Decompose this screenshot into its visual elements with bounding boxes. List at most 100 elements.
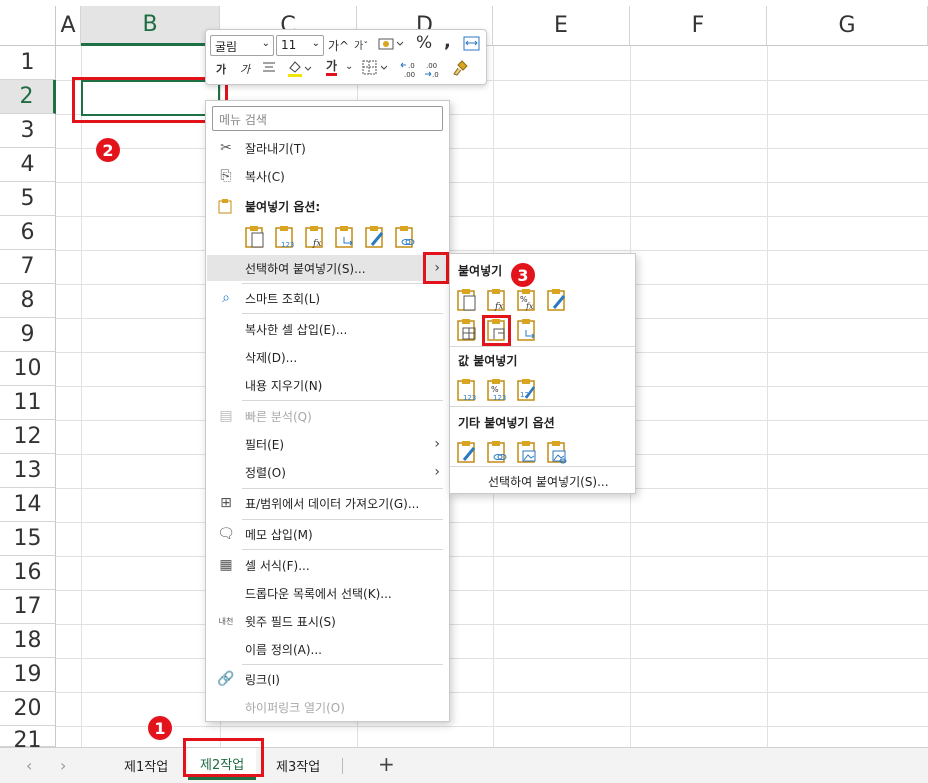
accounting-format-icon[interactable] (378, 37, 406, 51)
row-header-17[interactable]: 17 (0, 590, 56, 624)
submenu-paste-special-link[interactable]: 선택하여 붙여넣기(S)... (488, 473, 609, 490)
column-header-g[interactable]: G (767, 6, 928, 46)
paste-formatting-icon[interactable] (364, 225, 386, 249)
comma-style-icon[interactable]: , (444, 31, 451, 52)
increase-decimal-icon[interactable]: .0.00 (400, 60, 420, 78)
copy-icon: ⎘ (220, 168, 232, 184)
paste-linked-picture-icon[interactable] (546, 440, 568, 464)
paste-formulas-icon[interactable]: fx (304, 225, 326, 249)
add-sheet-button[interactable]: + (378, 752, 395, 776)
paste-icon[interactable] (244, 225, 266, 249)
fill-color-icon[interactable] (286, 58, 312, 78)
column-header-b[interactable]: B (81, 6, 220, 46)
paste-values-number-format-icon[interactable]: %123 (486, 378, 508, 402)
chevron-down-icon[interactable]: ⌄ (345, 61, 353, 72)
row-header-16[interactable]: 16 (0, 556, 56, 590)
column-header-a[interactable]: A (56, 6, 81, 46)
row-header-4[interactable]: 4 (0, 148, 56, 182)
row-header-20[interactable]: 20 (0, 692, 56, 726)
menu-item-define-name[interactable]: 이름 정의(A)... (207, 636, 450, 662)
row-header-3[interactable]: 3 (0, 114, 56, 148)
chevron-left-icon[interactable]: ‹ (26, 756, 32, 775)
svg-text:123: 123 (281, 241, 294, 249)
row-header-11[interactable]: 11 (0, 386, 56, 420)
menu-item-filter[interactable]: 필터(E) › (207, 431, 450, 457)
paste-values-icon[interactable]: 123 (274, 225, 296, 249)
paste-transpose-icon[interactable] (516, 318, 538, 342)
menu-item-insert-copied-cells[interactable]: 복사한 셀 삽입(E)... (207, 316, 450, 342)
menu-separator (242, 664, 443, 665)
row-header-1[interactable]: 1 (0, 46, 56, 80)
row-header-12[interactable]: 12 (0, 420, 56, 454)
row-header-8[interactable]: 8 (0, 284, 56, 318)
menu-item-smart-lookup[interactable]: ⌕ 스마트 조회(L) (207, 285, 450, 311)
sheet-tab-bar: ‹ › 제1작업 제2작업 제3작업 + (0, 747, 928, 783)
align-center-icon[interactable] (262, 61, 276, 75)
row-header-21[interactable]: 21 (0, 726, 56, 753)
context-menu: 메뉴 검색 ✂ 잘라내기(T) ⎘ 복사(C) 붙여넣기 옵션: 123 fx … (205, 100, 450, 722)
percent-style-icon[interactable]: % (416, 33, 432, 53)
menu-item-get-data[interactable]: ⊞ 표/범위에서 데이터 가져오기(G)... (207, 490, 450, 516)
sheet-tab-1[interactable]: 제1작업 (124, 756, 168, 775)
font-color-icon[interactable]: 가 (326, 59, 338, 76)
paste-link-icon[interactable] (486, 440, 508, 464)
menu-item-copy[interactable]: ⎘ 복사(C) (207, 163, 450, 189)
menu-item-delete[interactable]: 삭제(D)... (207, 344, 450, 370)
paste-no-borders-icon[interactable] (456, 318, 478, 342)
italic-icon[interactable]: 가 (240, 61, 250, 77)
paste-values-icon[interactable]: 123 (456, 378, 478, 402)
decrease-decimal-icon[interactable]: .00.0 (424, 60, 444, 78)
menu-item-sort[interactable]: 정렬(O) › (207, 459, 450, 485)
paste-values-source-format-icon[interactable]: 12 (516, 378, 538, 402)
menu-item-insert-comment[interactable]: 🗨 메모 삽입(M) (207, 521, 450, 547)
quick-analysis-icon: ▤ (219, 408, 233, 424)
font-size-select[interactable]: 11 ⌄ (276, 35, 324, 56)
column-header-f[interactable]: F (630, 6, 767, 46)
paste-icon[interactable] (456, 288, 478, 312)
row-header-6[interactable]: 6 (0, 216, 56, 250)
paste-picture-icon[interactable] (516, 440, 538, 464)
chevron-right-icon[interactable]: › (60, 756, 66, 775)
row-header-5[interactable]: 5 (0, 182, 56, 216)
menu-item-clear-contents[interactable]: 내용 지우기(N) (207, 372, 450, 398)
paste-formatting-icon[interactable] (456, 440, 478, 464)
row-header-13[interactable]: 13 (0, 454, 56, 488)
row-header-10[interactable]: 10 (0, 352, 56, 386)
menu-item-link[interactable]: 🔗 링크(I) (207, 666, 450, 692)
format-painter-icon[interactable] (452, 59, 470, 77)
search-icon: ⌕ (222, 290, 230, 306)
bold-icon[interactable]: 가 (216, 61, 226, 77)
increase-font-icon[interactable]: 가^ (328, 37, 349, 54)
row-header-15[interactable]: 15 (0, 522, 56, 556)
row-header-2[interactable]: 2 (0, 80, 56, 114)
sheet-tab-3[interactable]: 제3작업 (276, 756, 320, 775)
paste-formulas-number-format-icon[interactable]: %fx (516, 288, 538, 312)
select-all-corner[interactable] (0, 6, 56, 46)
menu-item-phonetic-field[interactable]: 내천 윗주 필드 표시(S) (207, 608, 450, 634)
column-header-e[interactable]: E (493, 6, 630, 46)
font-name-select[interactable]: 굴림 ⌄ (210, 35, 274, 56)
chevron-down-icon: ⌄ (261, 38, 270, 49)
decrease-font-icon[interactable]: 가ˇ (354, 37, 368, 52)
highlight-box-keep-column-widths (482, 315, 511, 346)
svg-text:%: % (491, 385, 499, 394)
menu-item-format-cells[interactable]: ▦ 셀 서식(F)... (207, 552, 450, 578)
paste-keep-source-format-icon[interactable] (546, 288, 568, 312)
paste-formulas-icon[interactable]: fx (486, 288, 508, 312)
menu-item-paste-special[interactable]: 선택하여 붙여넣기(S)... › (207, 255, 450, 281)
borders-icon[interactable] (362, 60, 390, 76)
menu-item-cut[interactable]: ✂ 잘라내기(T) (207, 135, 450, 161)
row-header-7[interactable]: 7 (0, 250, 56, 284)
row-header-14[interactable]: 14 (0, 488, 56, 522)
row-header-19[interactable]: 19 (0, 658, 56, 692)
row-header-18[interactable]: 18 (0, 624, 56, 658)
menu-search-input[interactable]: 메뉴 검색 (212, 106, 443, 131)
paste-transpose-icon[interactable] (334, 225, 356, 249)
menu-item-dropdown-list[interactable]: 드롭다운 목록에서 선택(K)... (207, 580, 450, 606)
phonetic-icon: 내천 (218, 616, 234, 626)
merge-center-icon[interactable] (463, 36, 480, 51)
paste-link-icon[interactable] (394, 225, 416, 249)
svg-text:fx: fx (312, 239, 321, 249)
row-header-9[interactable]: 9 (0, 318, 56, 352)
chevron-down-icon: ⌄ (311, 38, 320, 49)
